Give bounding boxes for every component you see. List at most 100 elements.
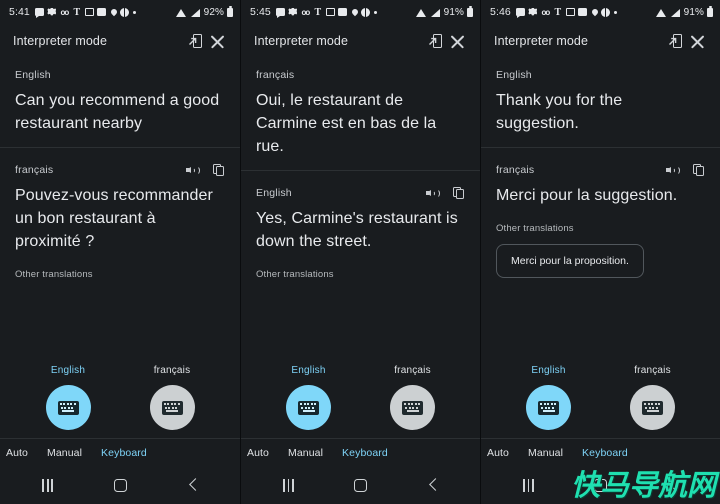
input-mode-bar: Auto Manual Keyboard [241,438,480,466]
copy-icon[interactable] [213,163,225,177]
mode-auto[interactable]: Auto [247,447,269,459]
location-pin-icon [590,7,600,17]
language-row: English [256,185,465,201]
other-translations-label: Other translations [15,269,93,280]
globe-icon [361,7,371,17]
close-icon [450,34,465,49]
language-label: English [256,187,292,199]
status-icon-group: oo T [34,7,136,18]
keyboard-icon [57,400,79,415]
phone-panel-2: 5:45 oo T 91% Interpreter mode français Oui, l… [240,0,480,504]
mode-manual[interactable]: Manual [288,447,323,459]
input-button-col-français: français [385,365,441,430]
input-button-col-français: français [144,365,200,430]
language-row: français [15,162,225,178]
app-header: Interpreter mode [481,24,720,58]
recent-apps-button[interactable] [283,478,294,492]
expand-to-phone-button[interactable] [664,30,686,52]
translation-actions [426,186,465,200]
input-language-label: English [291,365,326,376]
input-language-label: français [394,365,431,376]
status-right-group: 92% [175,6,233,18]
language-row: English [496,67,705,83]
speaker-icon[interactable] [666,164,680,176]
t-mobile-icon: T [314,6,322,18]
mms-icon [565,8,575,16]
translation-block-1: English Thank you for the suggestion. [481,58,720,135]
home-button[interactable] [354,478,368,492]
translation-block-1: français Oui, le restaurant de Carmine es… [241,58,480,158]
input-button-col-english: English [521,365,577,430]
status-right-group: 91% [415,6,473,18]
translation-actions [186,163,225,177]
screenshot-icon [578,8,588,16]
system-nav-bar [0,466,240,504]
mode-auto[interactable]: Auto [6,447,28,459]
mode-keyboard[interactable]: Keyboard [101,447,147,459]
mode-keyboard[interactable]: Keyboard [342,447,388,459]
recent-apps-button[interactable] [523,478,534,492]
keyboard-button-english[interactable] [286,385,331,430]
battery-icon [467,6,473,17]
input-button-col-english: English [281,365,337,430]
signal-icon [190,8,200,17]
location-pin-icon [109,7,119,17]
speaker-icon[interactable] [186,164,200,176]
recent-apps-button[interactable] [42,478,53,492]
back-button[interactable] [428,480,438,490]
language-row: français [256,67,465,83]
close-icon [690,34,705,49]
mode-manual[interactable]: Manual [528,447,563,459]
phrase-text: Yes, Carmine's restaurant is down the st… [256,210,458,250]
phrase-text: Thank you for the suggestion. [496,92,623,132]
other-translation-chip[interactable]: Merci pour la proposition. [496,244,644,278]
conversation-body: français Oui, le restaurant de Carmine es… [241,58,480,438]
speaker-icon[interactable] [426,187,440,199]
dot-icon [132,10,136,14]
status-time: 5:46 [490,6,511,18]
back-button[interactable] [188,480,198,490]
input-mode-bar: Auto Manual Keyboard [481,438,720,466]
gear-icon [47,7,57,16]
watermark-text: 快马导航网 [570,468,716,502]
input-mode-bar: Auto Manual Keyboard [0,438,240,466]
phone-panel-3: 5:46 oo T 91% Interpreter mode English Thank y… [480,0,720,504]
open-in-phone-icon [428,34,442,48]
keyboard-button-english[interactable] [526,385,571,430]
copy-icon[interactable] [693,163,705,177]
signal-icon [430,8,440,17]
wifi-icon [415,8,427,17]
app-header: Interpreter mode [0,24,240,58]
close-button[interactable] [686,30,708,52]
expand-to-phone-button[interactable] [424,30,446,52]
keyboard-button-english[interactable] [45,385,91,430]
close-button[interactable] [446,30,468,52]
keyboard-button-français[interactable] [630,385,675,430]
language-label: français [15,164,54,176]
open-in-phone-icon [188,34,202,48]
gear-icon [288,7,298,16]
battery-percent: 92% [203,6,224,18]
copy-icon[interactable] [453,186,465,200]
expand-to-phone-button[interactable] [184,30,206,52]
battery-icon [707,6,713,17]
t-mobile-icon: T [554,6,562,18]
status-bar: 5:46 oo T 91% [481,0,720,24]
mode-auto[interactable]: Auto [487,447,509,459]
close-icon [210,34,225,49]
dot-icon [373,10,377,14]
keyboard-button-français[interactable] [390,385,435,430]
phrase-text: Oui, le restaurant de Carmine est en bas… [256,92,437,155]
language-row: English [15,67,225,83]
mode-keyboard[interactable]: Keyboard [582,447,628,459]
conversation-body: English Thank you for the suggestion. fran… [481,58,720,438]
battery-percent: 91% [443,6,464,18]
keyboard-icon [538,400,559,415]
home-button[interactable] [113,478,127,492]
keyboard-button-français[interactable] [149,385,195,430]
translation-block-1: English Can you recommend a good restaura… [0,58,240,135]
mode-manual[interactable]: Manual [47,447,82,459]
close-button[interactable] [206,30,228,52]
app-header: Interpreter mode [241,24,480,58]
wifi-icon [175,8,187,17]
